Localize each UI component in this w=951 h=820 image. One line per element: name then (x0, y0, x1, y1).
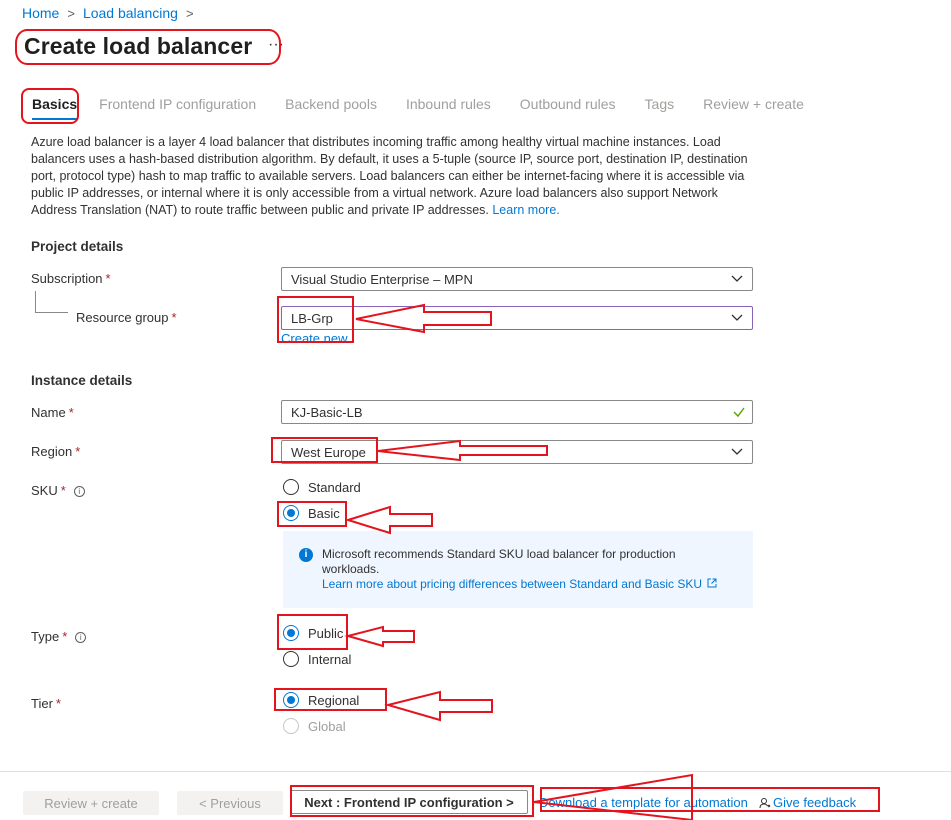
annotation-arrow-basic (344, 505, 433, 535)
radio-selected-icon (283, 692, 299, 708)
tier-radio-regional[interactable]: Regional (283, 692, 359, 708)
radio-selected-icon (283, 505, 299, 521)
subscription-label: Subscription * (31, 271, 111, 286)
required-mark: * (60, 483, 66, 498)
page-title: Create load balancer (24, 33, 253, 59)
name-label-text: Name (31, 405, 66, 420)
chevron-down-icon (731, 275, 743, 282)
region-value: West Europe (291, 444, 366, 460)
chevron-down-icon (731, 314, 743, 321)
subscription-label-text: Subscription (31, 271, 103, 286)
project-details-heading: Project details (31, 239, 124, 254)
tier-global-label: Global (308, 718, 346, 734)
sku-label-text: SKU (31, 483, 58, 498)
tier-label: Tier * (31, 696, 61, 711)
region-label-text: Region (31, 444, 73, 459)
footer-divider (0, 771, 951, 772)
type-label: Type * i (31, 629, 87, 644)
region-dropdown[interactable]: West Europe (281, 440, 753, 464)
breadcrumb-load-balancing-link[interactable]: Load balancing (83, 5, 178, 21)
type-internal-label: Internal (308, 651, 352, 667)
subscription-dropdown[interactable]: Visual Studio Enterprise – MPN (281, 267, 753, 291)
subscription-value: Visual Studio Enterprise – MPN (291, 271, 473, 287)
radio-button-icon (283, 651, 299, 667)
instance-details-heading: Instance details (31, 373, 133, 388)
name-value: KJ-Basic-LB (291, 404, 363, 420)
create-new-link[interactable]: Create new (281, 331, 347, 346)
tab-frontend-ip-configuration[interactable]: Frontend IP configuration (99, 96, 256, 112)
required-mark: * (171, 310, 177, 325)
annotation-arrow-public (344, 625, 415, 648)
required-mark: * (68, 405, 74, 420)
download-template-link[interactable]: Download a template for automation (539, 795, 748, 810)
tab-basics[interactable]: Basics (32, 96, 78, 120)
more-options-icon[interactable]: ··· (268, 36, 284, 54)
tree-connector (35, 291, 68, 313)
type-label-text: Type (31, 629, 60, 644)
tab-review-create[interactable]: Review + create (703, 96, 804, 112)
radio-button-icon (283, 718, 299, 734)
sku-radio-standard[interactable]: Standard (283, 479, 361, 495)
description-text: Azure load balancer is a layer 4 load ba… (31, 134, 751, 219)
review-create-button[interactable]: Review + create (23, 791, 159, 815)
required-mark: * (55, 696, 61, 711)
radio-button-icon (283, 479, 299, 495)
resource-group-dropdown[interactable]: LB-Grp (281, 306, 753, 330)
required-mark: * (75, 444, 81, 459)
chevron-right-icon: > (67, 5, 75, 21)
name-label: Name * (31, 405, 74, 420)
sku-label: SKU * i (31, 483, 85, 498)
give-feedback-link[interactable]: Give feedback (759, 795, 856, 810)
learn-more-link[interactable]: Learn more. (492, 203, 559, 217)
sku-info-message: Microsoft recommends Standard SKU load b… (322, 547, 676, 576)
sku-pricing-link[interactable]: Learn more about pricing differences bet… (322, 577, 722, 592)
required-mark: * (105, 271, 111, 286)
required-mark: * (62, 629, 68, 644)
breadcrumb: Home > Load balancing > (22, 5, 194, 21)
tier-regional-label: Regional (308, 692, 360, 708)
name-input[interactable]: KJ-Basic-LB (281, 400, 753, 424)
feedback-icon (759, 797, 771, 808)
tab-tags[interactable]: Tags (645, 96, 675, 112)
check-icon (733, 407, 745, 418)
radio-selected-icon (283, 625, 299, 641)
tier-radio-global: Global (283, 718, 346, 734)
sku-info-box: i Microsoft recommends Standard SKU load… (283, 531, 753, 608)
next-button[interactable]: Next : Frontend IP configuration > (290, 790, 528, 814)
sku-standard-label: Standard (308, 479, 361, 495)
sku-radio-basic[interactable]: Basic (283, 505, 340, 521)
give-feedback-text: Give feedback (773, 795, 857, 810)
chevron-down-icon (731, 448, 743, 455)
tab-outbound-rules[interactable]: Outbound rules (520, 96, 616, 112)
type-radio-internal[interactable]: Internal (283, 651, 351, 667)
breadcrumb-home-link[interactable]: Home (22, 5, 59, 21)
sku-info-text: Microsoft recommends Standard SKU load b… (322, 547, 722, 592)
tier-label-text: Tier (31, 696, 53, 711)
chevron-right-icon: > (185, 5, 194, 21)
sku-pricing-link-text: Learn more about pricing differences bet… (322, 577, 703, 591)
tab-backend-pools[interactable]: Backend pools (285, 96, 377, 112)
external-link-icon (707, 578, 717, 588)
region-label: Region * (31, 444, 80, 459)
info-icon[interactable]: i (75, 632, 87, 643)
info-icon: i (299, 548, 313, 562)
previous-button[interactable]: < Previous (177, 791, 283, 815)
resource-group-label-text: Resource group (76, 310, 169, 325)
annotation-arrow-regional (384, 690, 493, 722)
resource-group-value: LB-Grp (291, 310, 333, 326)
type-public-label: Public (308, 625, 344, 641)
type-radio-public[interactable]: Public (283, 625, 343, 641)
resource-group-label: Resource group * (76, 310, 177, 325)
tab-strip: Basics Frontend IP configuration Backend… (22, 96, 833, 120)
info-icon[interactable]: i (73, 486, 85, 497)
description-body: Azure load balancer is a layer 4 load ba… (31, 135, 748, 217)
tab-inbound-rules[interactable]: Inbound rules (406, 96, 491, 112)
sku-basic-label: Basic (308, 505, 340, 521)
